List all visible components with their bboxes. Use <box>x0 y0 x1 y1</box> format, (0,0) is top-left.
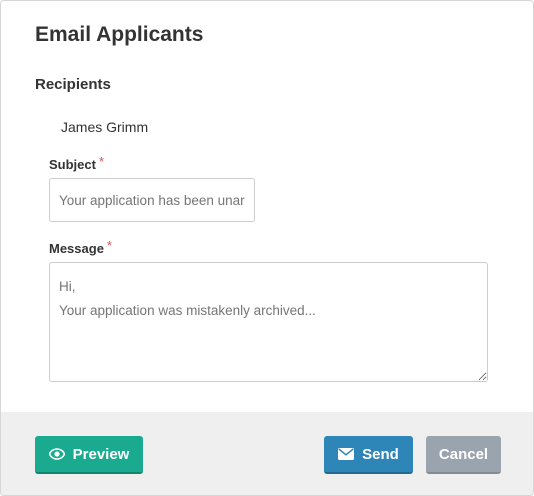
message-label: Message * <box>49 238 112 256</box>
required-marker: * <box>98 154 105 169</box>
required-marker: * <box>106 238 112 253</box>
eye-icon <box>48 448 65 460</box>
send-label: Send <box>362 445 399 463</box>
recipients-label: Recipients <box>35 76 111 93</box>
message-textarea[interactable] <box>49 262 488 382</box>
subject-label: Subject * <box>49 154 105 172</box>
email-applicants-dialog: Email Applicants Recipients James Grimm … <box>0 0 534 496</box>
subject-label-text: Subject <box>49 157 96 172</box>
subject-input[interactable] <box>49 178 255 222</box>
message-label-text: Message <box>49 241 104 256</box>
dialog-footer: Preview Send Cancel <box>1 412 533 495</box>
cancel-label: Cancel <box>438 445 489 463</box>
preview-label: Preview <box>72 445 130 463</box>
recipient-item: James Grimm <box>61 119 149 135</box>
send-button[interactable]: Send <box>324 436 413 474</box>
preview-button[interactable]: Preview <box>35 436 143 474</box>
cancel-button[interactable]: Cancel <box>426 436 501 474</box>
dialog-title: Email Applicants <box>35 23 204 46</box>
envelope-icon <box>338 448 355 460</box>
